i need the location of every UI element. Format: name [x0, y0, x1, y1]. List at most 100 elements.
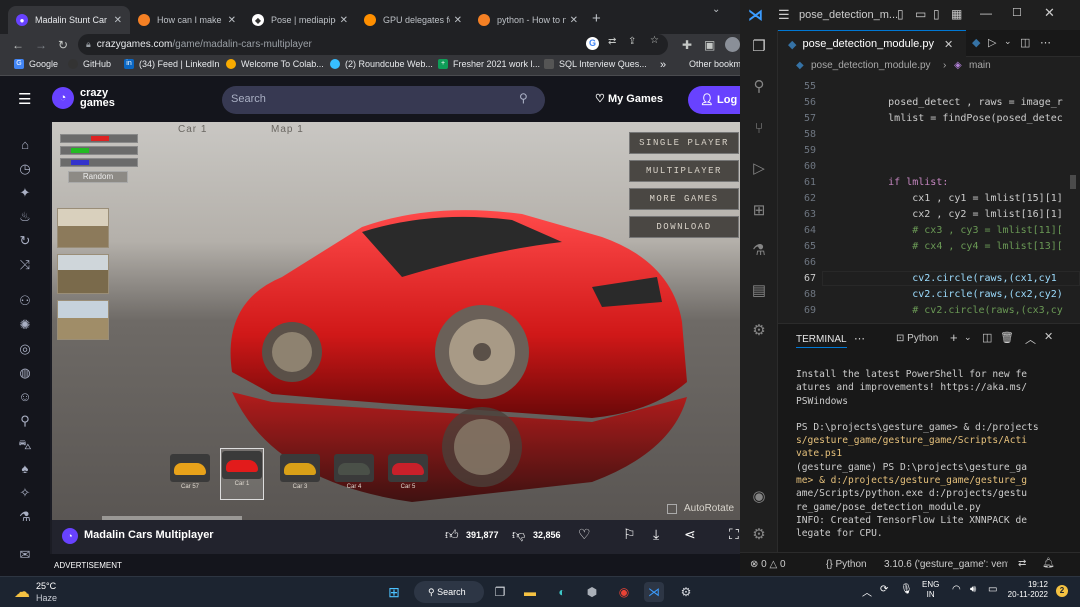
- file-explorer-icon[interactable]: ▬: [520, 582, 540, 602]
- basketball-icon[interactable]: ◍: [16, 364, 34, 382]
- browser-tab-3[interactable]: GPU delegates for ✕: [356, 6, 470, 34]
- car-icon[interactable]: ⛍: [16, 436, 34, 454]
- crazygames-logo-icon[interactable]: ◔: [52, 87, 74, 109]
- toggle-panel-icon[interactable]: ▭: [915, 7, 926, 21]
- settings-icon[interactable]: ⚙: [676, 582, 696, 602]
- code-line[interactable]: cv2.circle(raws,(cx1,cy1: [840, 273, 1057, 284]
- site-search[interactable]: Search ⚲: [222, 86, 545, 114]
- fullscreen-icon[interactable]: ⛶: [729, 526, 739, 543]
- terminal-output[interactable]: Install the latest PowerShell for new fe…: [796, 368, 1078, 541]
- thumbs-down-icon[interactable]: 👎︎: [512, 527, 525, 543]
- google-lens-icon[interactable]: G: [586, 37, 599, 50]
- breadcrumb-file[interactable]: pose_detection_module.py: [811, 60, 931, 71]
- menu-icon[interactable]: ☰: [18, 90, 31, 108]
- explorer-icon[interactable]: ❐: [748, 36, 770, 58]
- sidepanel-icon[interactable]: ▣: [704, 38, 715, 52]
- download-icon[interactable]: ⤓: [653, 526, 659, 543]
- bookmark-sheets[interactable]: + Fresher 2021 work l...: [438, 59, 540, 69]
- new-tab-button[interactable]: +: [592, 10, 601, 27]
- action-icon[interactable]: ✺: [16, 316, 34, 334]
- bookmark-star-icon[interactable]: ☆: [650, 35, 659, 46]
- code-editor[interactable]: 55 56 posed_detect , raws = image_r 57 lml…: [778, 75, 1080, 323]
- bookmark-google[interactable]: G Google: [14, 59, 58, 69]
- notification-badge[interactable]: 2: [1056, 585, 1068, 597]
- run-icon[interactable]: ▷: [988, 36, 996, 49]
- color-slider-green[interactable]: [60, 146, 138, 155]
- manage-gear-icon[interactable]: ⚙: [748, 524, 770, 546]
- car-select-3[interactable]: Car 3: [278, 452, 322, 492]
- code-line[interactable]: # cx4 , cy4 = lmlist[13][: [840, 241, 1063, 252]
- code-line[interactable]: lmlist = findPose(posed_detec: [840, 113, 1063, 124]
- run-debug-icon[interactable]: ▷: [748, 158, 770, 180]
- beauty-icon[interactable]: ☺: [16, 388, 34, 406]
- random-icon[interactable]: ⤨: [16, 256, 34, 274]
- testing-icon[interactable]: ⚗: [748, 240, 770, 262]
- site-logo[interactable]: crazy games: [80, 88, 115, 109]
- code-line[interactable]: cx1 , cy1 = lmlist[15][1]: [840, 193, 1063, 204]
- recent-icon[interactable]: ◷: [16, 160, 34, 178]
- vscode-taskbar-icon[interactable]: ⋊: [644, 582, 664, 602]
- menu-icon[interactable]: ☰: [778, 7, 790, 23]
- taskbar-search[interactable]: ⚲ Search: [414, 581, 484, 603]
- login-button[interactable]: 👤︎ Log: [688, 86, 748, 114]
- close-tab-icon[interactable]: ✕: [228, 15, 236, 26]
- single-player-button[interactable]: SINGLE PLAYER: [629, 132, 739, 154]
- share-icon[interactable]: ⋖: [684, 526, 696, 543]
- adventure-icon[interactable]: ◎: [16, 340, 34, 358]
- game-canvas[interactable]: Random Car 1 Map 1 SINGLE PLAYER MULTIPL…: [52, 122, 740, 520]
- car-select-4[interactable]: Car 4: [332, 452, 376, 492]
- translate-icon[interactable]: ⇄: [608, 36, 616, 47]
- extensions-icon[interactable]: ✚: [682, 38, 692, 52]
- kill-terminal-icon[interactable]: 🗑︎: [1000, 331, 1014, 344]
- map-thumbnail-3[interactable]: [57, 300, 109, 340]
- search-icon[interactable]: ⚲: [748, 76, 770, 98]
- card-icon[interactable]: ♠: [16, 460, 34, 478]
- python-interpreter[interactable]: 3.10.6 ('gesture_game': venv: [884, 559, 1008, 570]
- maximize-icon[interactable]: ☐: [1012, 6, 1022, 19]
- my-games-link[interactable]: ♡ My Games: [595, 92, 663, 105]
- close-tab-icon[interactable]: ✕: [454, 15, 462, 26]
- browser-tab-0[interactable]: ● Madalin Stunt Car ✕: [8, 6, 130, 34]
- tab-terminal[interactable]: TERMINAL: [796, 334, 847, 348]
- favorite-heart-icon[interactable]: ♡: [578, 526, 591, 543]
- address-bar[interactable]: 🔒︎ crazygames.com/game/madalin-cars-mult…: [78, 34, 668, 55]
- close-tab-icon[interactable]: ✕: [114, 15, 122, 26]
- app-icon[interactable]: ⬢: [582, 582, 602, 602]
- car-select-57[interactable]: Car 57: [168, 452, 212, 492]
- browser-tab-4[interactable]: python - How to n ✕: [470, 6, 586, 34]
- python-icon[interactable]: ⚙: [748, 320, 770, 342]
- back-icon[interactable]: ←: [12, 38, 24, 52]
- car-select-5[interactable]: Car 5: [386, 452, 430, 492]
- clicker-icon[interactable]: ⚗: [16, 508, 34, 526]
- close-tab-icon[interactable]: ✕: [944, 38, 953, 51]
- volume-icon[interactable]: 🔊︎: [970, 584, 976, 595]
- remote-explorer-icon[interactable]: ▤: [748, 280, 770, 302]
- source-control-icon[interactable]: ⑂: [748, 118, 770, 140]
- start-icon[interactable]: ⊞: [384, 582, 404, 602]
- forward-icon[interactable]: →: [35, 38, 47, 52]
- search-icon[interactable]: ⚲: [519, 91, 528, 105]
- minimize-icon[interactable]: —: [980, 6, 992, 20]
- new-icon[interactable]: ✦: [16, 184, 34, 202]
- reload-icon[interactable]: ↻: [58, 38, 68, 52]
- customize-layout-icon[interactable]: ▦: [951, 7, 962, 21]
- thumbs-up-icon[interactable]: 👍︎: [445, 527, 459, 543]
- close-tab-icon[interactable]: ✕: [570, 15, 578, 26]
- bookmark-linkedin[interactable]: in (34) Feed | LinkedIn: [124, 59, 219, 69]
- color-slider-red[interactable]: [60, 134, 138, 143]
- close-panel-icon[interactable]: ✕: [1044, 330, 1053, 343]
- mail-icon[interactable]: ✉: [16, 546, 34, 564]
- report-icon[interactable]: ⚐: [623, 526, 636, 543]
- more-bookmarks[interactable]: »: [660, 59, 666, 71]
- terminal-shell-selector[interactable]: ⊡ Python: [896, 333, 938, 344]
- multiplayer-icon[interactable]: ⚇: [16, 292, 34, 310]
- weather-icon[interactable]: ☁: [14, 582, 30, 602]
- extensions-icon[interactable]: ⊞: [748, 200, 770, 222]
- language-indicator[interactable]: ENG IN: [922, 580, 939, 600]
- split-terminal-icon[interactable]: ◫: [982, 331, 992, 344]
- notifications-bell-icon[interactable]: 🔔︎: [1042, 558, 1055, 569]
- minimap-slider[interactable]: [1070, 175, 1076, 189]
- split-editor-icon[interactable]: ◫: [1020, 36, 1030, 49]
- car-select-1[interactable]: Car 1: [220, 448, 264, 500]
- share-icon[interactable]: ⇪: [628, 36, 636, 47]
